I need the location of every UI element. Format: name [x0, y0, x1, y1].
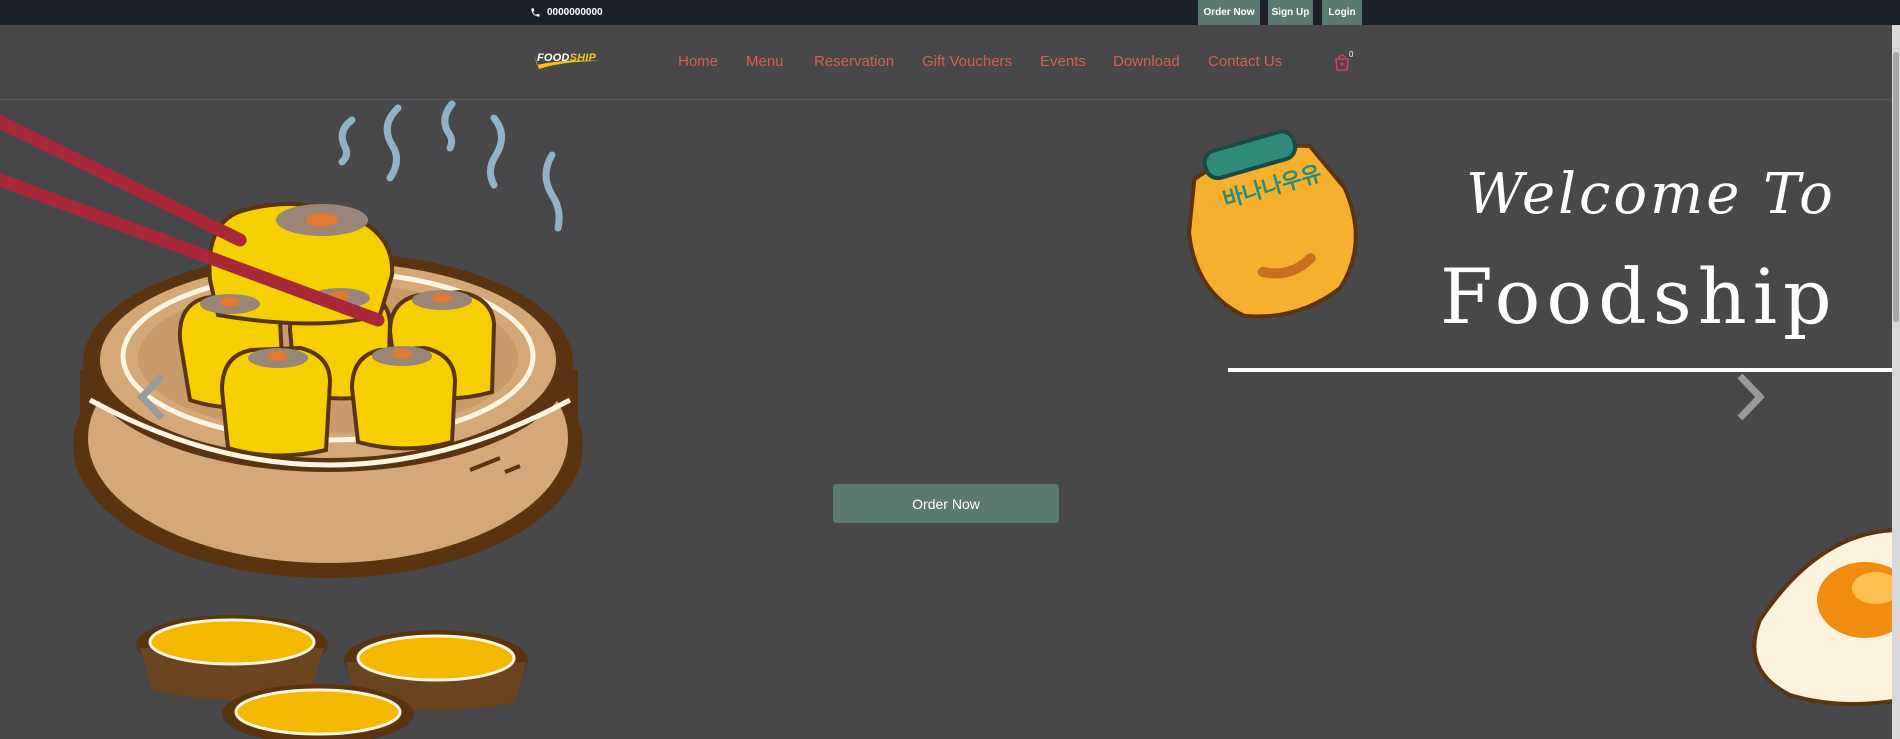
brand-heading: Foodship — [1440, 252, 1838, 341]
cart-count-badge: 0 — [1349, 50, 1354, 59]
sign-up-button[interactable]: Sign Up — [1268, 0, 1313, 25]
previous-slide-arrow-icon[interactable] — [134, 372, 168, 422]
hero-slider: 바나나우유 Welcome To Foodship Order Now — [0, 100, 1900, 739]
nav-reservation[interactable]: Reservation — [814, 53, 894, 70]
nav-events[interactable]: Events — [1040, 53, 1086, 70]
heading-divider — [1228, 368, 1900, 372]
nav-contact-us[interactable]: Contact Us — [1208, 53, 1282, 70]
nav-home[interactable]: Home — [678, 53, 718, 70]
banana-milk-icon: 바나나우유 — [1186, 129, 1358, 319]
fried-egg-icon — [1752, 527, 1900, 706]
logo-text: FOODSHIP — [537, 52, 597, 64]
nav-download[interactable]: Download — [1113, 53, 1180, 70]
phone-contact[interactable]: 0000000000 — [530, 5, 603, 20]
top-bar: 0000000000 Order Now Sign Up Login — [0, 0, 1900, 25]
steam-icon — [338, 100, 563, 232]
egg-tarts-icon — [136, 615, 528, 739]
next-slide-arrow-icon[interactable] — [1734, 372, 1768, 422]
hero-order-now-button[interactable]: Order Now — [833, 484, 1059, 523]
scrollbar-thumb[interactable] — [1893, 52, 1899, 322]
nav-gift-vouchers[interactable]: Gift Vouchers — [922, 53, 1012, 70]
brand-logo[interactable]: FOODSHIP — [533, 51, 605, 71]
page-scrollbar[interactable] — [1892, 25, 1900, 739]
nav-menu[interactable]: Menu — [746, 53, 784, 70]
login-button[interactable]: Login — [1322, 0, 1362, 25]
top-order-now-button[interactable]: Order Now — [1198, 0, 1260, 25]
welcome-heading: Welcome To — [1466, 162, 1836, 227]
phone-number: 0000000000 — [547, 7, 603, 18]
shopping-bag-icon[interactable] — [1334, 53, 1350, 71]
main-navigation: FOODSHIP Home Menu Reservation Gift Vouc… — [0, 25, 1900, 100]
phone-icon — [531, 8, 540, 17]
